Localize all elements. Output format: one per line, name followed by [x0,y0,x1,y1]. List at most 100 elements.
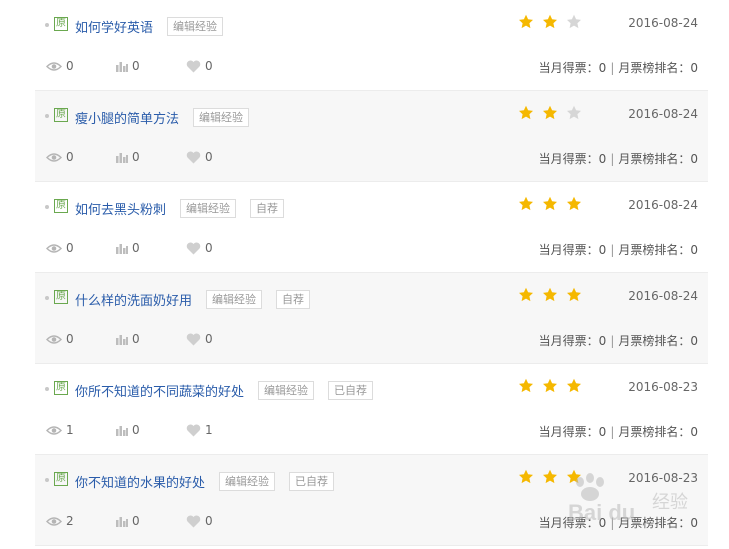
views-count: 0 [66,332,74,346]
votes-count: 0 [132,332,140,346]
votes-stat: 0 [116,59,186,73]
star-filled-icon [519,14,533,29]
likes-stat[interactable]: 0 [186,241,213,255]
tag-group: 编辑经验 已自荐 [244,380,374,400]
monthly-votes: 当月得票：0 | 月票榜排名：0 [539,423,698,440]
monthly-votes: 当月得票：0 | 月票榜排名：0 [539,150,698,167]
list-item: 原 你不知道的水果的好处 编辑经验 已自荐 2016-08-23 2 0 0 当… [35,455,708,546]
votes-stat: 0 [116,241,186,255]
title-row: 什么样的洗面奶好用 编辑经验 自荐 [75,289,311,309]
separator: | [610,61,615,75]
original-badge: 原 [54,290,68,304]
views-stat: 0 [46,150,116,164]
article-title-link[interactable]: 你不知道的水果的好处 [75,472,205,491]
eye-icon [46,425,62,435]
votes-count: 0 [132,423,140,437]
month-votes-label: 当月得票：0 [538,334,607,348]
edit-experience-tag[interactable]: 编辑经验 [206,289,263,309]
article-title-link[interactable]: 瘦小腿的简单方法 [75,108,179,127]
star-filled-icon [519,105,533,120]
views-count: 1 [66,423,74,437]
recommend-tag[interactable]: 自荐 [250,198,285,218]
bar-chart-icon [116,516,128,527]
star-filled-icon [567,196,581,211]
likes-stat[interactable]: 0 [186,514,213,528]
bullet-dot [45,205,49,209]
rating-stars [518,378,582,394]
original-badge: 原 [54,108,68,122]
edit-experience-tag[interactable]: 编辑经验 [219,471,276,491]
recommend-tag[interactable]: 已自荐 [289,471,335,491]
star-filled-icon [543,196,557,211]
eye-icon [46,516,62,526]
title-row: 如何学好英语 编辑经验 [75,16,224,36]
article-title-link[interactable]: 什么样的洗面奶好用 [75,290,192,309]
month-votes-label: 当月得票：0 [538,516,607,530]
views-stat: 0 [46,332,116,346]
stats-row: 0 0 0 [46,59,213,73]
views-stat: 0 [46,59,116,73]
likes-stat[interactable]: 1 [186,423,213,437]
likes-stat[interactable]: 0 [186,332,213,346]
likes-stat[interactable]: 0 [186,150,213,164]
eye-icon [46,152,62,162]
star-filled-icon [543,287,557,302]
likes-count: 0 [205,59,213,73]
votes-stat: 0 [116,514,186,528]
bullet-dot [45,114,49,118]
edit-experience-tag[interactable]: 编辑经验 [258,380,315,400]
edit-experience-tag[interactable]: 编辑经验 [180,198,237,218]
star-filled-icon [567,378,581,393]
edit-experience-tag[interactable]: 编辑经验 [167,16,224,36]
title-row: 你所不知道的不同蔬菜的好处 编辑经验 已自荐 [75,380,374,400]
votes-count: 0 [132,59,140,73]
article-title-link[interactable]: 如何学好英语 [75,17,153,36]
star-filled-icon [567,469,581,484]
recommend-tag[interactable]: 自荐 [276,289,311,309]
heart-icon [186,515,201,527]
edit-experience-tag[interactable]: 编辑经验 [193,107,250,127]
separator: | [610,334,615,348]
star-filled-icon [519,469,533,484]
article-title-link[interactable]: 如何去黑头粉刺 [75,199,166,218]
publish-date: 2016-08-24 [628,107,698,121]
month-votes-label: 当月得票：0 [538,152,607,166]
original-badge: 原 [54,199,68,213]
monthly-votes: 当月得票：0 | 月票榜排名：0 [539,241,698,258]
bar-chart-icon [116,334,128,345]
original-badge: 原 [54,381,68,395]
publish-date: 2016-08-24 [628,289,698,303]
bullet-dot [45,478,49,482]
rank-label: 月票榜排名：0 [618,425,698,439]
star-filled-icon [543,14,557,29]
star-filled-icon [543,378,557,393]
month-votes-label: 当月得票：0 [538,425,607,439]
star-filled-icon [543,105,557,120]
rank-label: 月票榜排名：0 [618,334,698,348]
bullet-dot [45,387,49,391]
votes-count: 0 [132,241,140,255]
title-row: 你不知道的水果的好处 编辑经验 已自荐 [75,471,335,491]
heart-icon [186,151,201,163]
views-count: 0 [66,241,74,255]
list-item: 原 什么样的洗面奶好用 编辑经验 自荐 2016-08-24 0 0 0 当月得… [35,273,708,364]
monthly-votes: 当月得票：0 | 月票榜排名：0 [539,332,698,349]
monthly-votes: 当月得票：0 | 月票榜排名：0 [539,514,698,531]
likes-count: 1 [205,423,213,437]
tag-group: 编辑经验 自荐 [166,198,285,218]
article-title-link[interactable]: 你所不知道的不同蔬菜的好处 [75,381,244,400]
heart-icon [186,60,201,72]
views-stat: 1 [46,423,116,437]
recommend-tag[interactable]: 已自荐 [328,380,374,400]
views-count: 2 [66,514,74,528]
rating-stars [518,469,582,485]
rank-label: 月票榜排名：0 [618,516,698,530]
views-stat: 2 [46,514,116,528]
likes-stat[interactable]: 0 [186,59,213,73]
publish-date: 2016-08-24 [628,16,698,30]
publish-date: 2016-08-23 [628,380,698,394]
votes-count: 0 [132,150,140,164]
rating-stars [518,196,582,212]
star-filled-icon [567,287,581,302]
rank-label: 月票榜排名：0 [618,152,698,166]
